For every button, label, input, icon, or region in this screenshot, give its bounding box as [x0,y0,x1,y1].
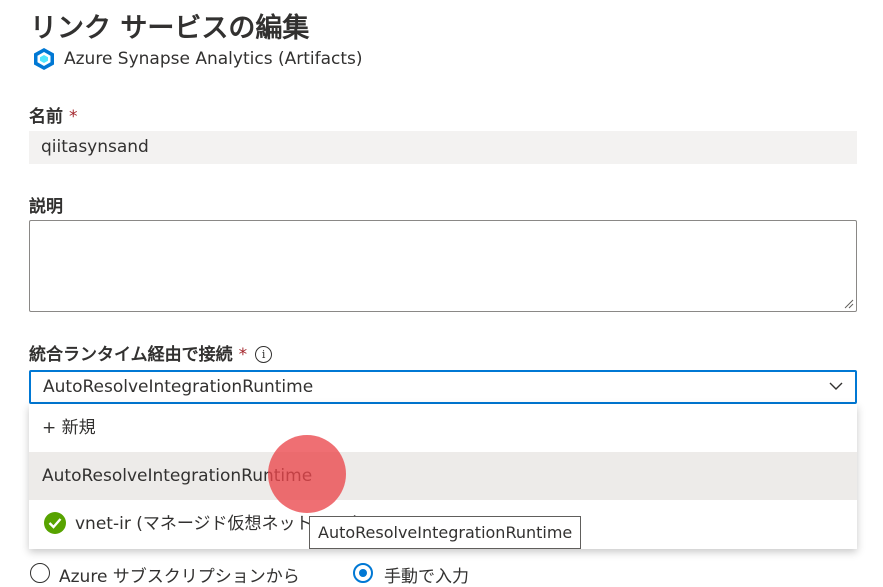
radio-manual-entry-label: 手動で入力 [384,567,469,587]
ir-selected-value: AutoResolveIntegrationRuntime [43,377,314,397]
resize-grip-icon[interactable] [844,299,854,309]
option-new[interactable]: + 新規 [29,404,857,452]
service-type: Azure Synapse Analytics (Artifacts) [33,45,363,73]
chevron-down-icon [829,382,843,390]
radio-from-subscription[interactable] [30,563,50,583]
required-mark: * [238,345,248,365]
radio-manual-entry[interactable] [353,563,373,583]
ir-label: 統合ランタイム経由で接続 * i [29,340,273,365]
description-field[interactable] [29,220,857,312]
click-indicator [268,435,346,513]
ir-dropdown[interactable]: AutoResolveIntegrationRuntime [29,370,857,404]
name-field[interactable]: qiitasynsand [29,131,857,164]
page-title: リンク サービスの編集 [30,13,310,44]
ir-label-text: 統合ランタイム経由で接続 [29,345,233,365]
info-icon[interactable]: i [255,346,273,363]
radio-from-subscription-label: Azure サブスクリプションから [59,567,300,587]
option-autoresolve[interactable]: AutoResolveIntegrationRuntime [29,452,857,500]
name-label: 名前 * [29,102,78,127]
radio-selected-dot [359,569,367,577]
service-type-label: Azure Synapse Analytics (Artifacts) [64,49,363,69]
required-mark: * [69,107,78,127]
description-label: 説明 [29,197,63,217]
synapse-icon [34,48,54,70]
name-label-text: 名前 [29,107,63,127]
check-circle-icon [44,512,66,534]
tooltip: AutoResolveIntegrationRuntime [309,516,582,549]
